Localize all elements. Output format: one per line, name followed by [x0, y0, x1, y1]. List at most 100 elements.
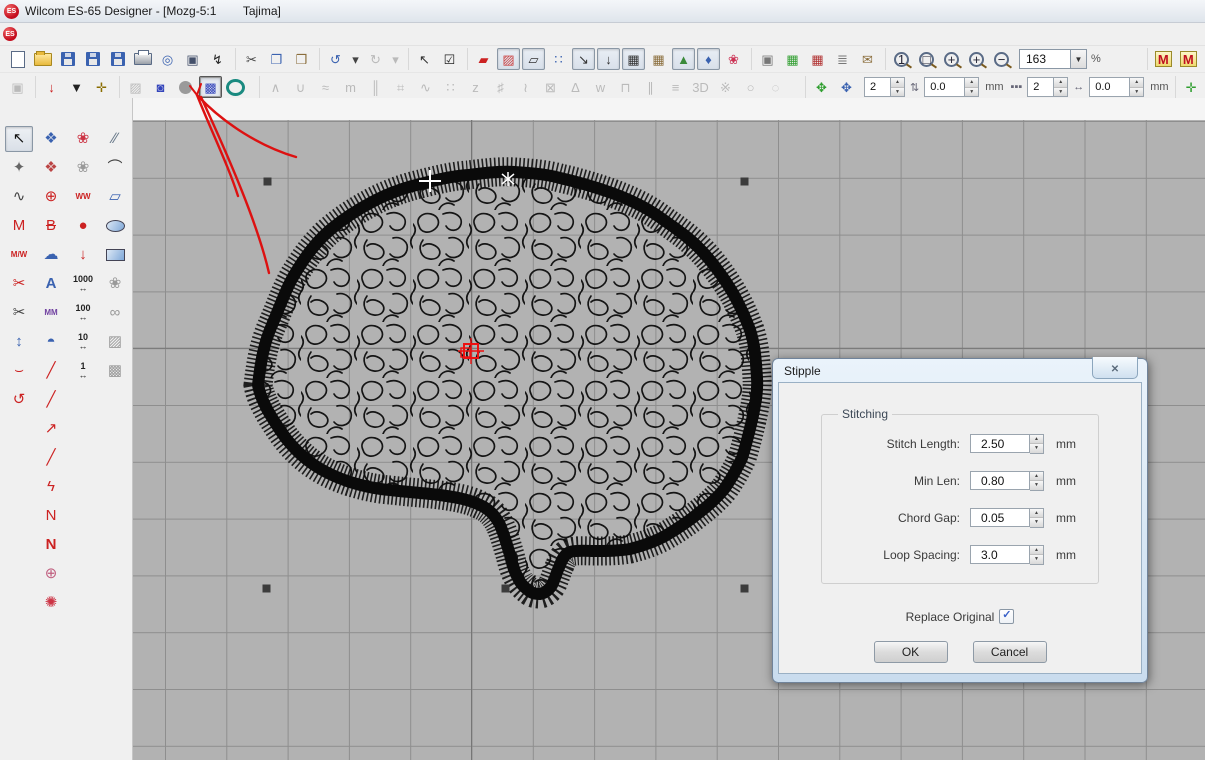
- outline-stitch-button[interactable]: ▱: [522, 48, 545, 70]
- run-tool[interactable]: ∿: [5, 184, 33, 210]
- menu-item-menu-help[interactable]: [203, 32, 221, 36]
- field-spinner[interactable]: ▲▼: [1030, 545, 1044, 565]
- stitch-fence[interactable]: ♯: [489, 76, 512, 98]
- density-count-arrows[interactable]: ▲▼: [891, 77, 905, 97]
- reshape-object-tool[interactable]: ❖: [37, 155, 65, 181]
- cancel-button[interactable]: Cancel: [973, 641, 1047, 663]
- handle-top-right[interactable]: [741, 178, 749, 186]
- zoom-10-tool[interactable]: 10 ↔: [69, 329, 97, 355]
- replace-original-checkbox[interactable]: ✓: [999, 609, 1014, 624]
- plain-run-tool[interactable]: ╱: [37, 445, 65, 471]
- move-points-1-button[interactable]: ✛: [1180, 76, 1203, 98]
- n-filled-tool[interactable]: N: [37, 532, 65, 558]
- measure-tool[interactable]: ↕: [5, 329, 33, 355]
- stitch-wave[interactable]: ∿: [414, 76, 437, 98]
- menu-item-menu-special[interactable]: [113, 32, 131, 36]
- stitch-3d[interactable]: 3D: [689, 76, 712, 98]
- stipple-button[interactable]: ▩: [199, 76, 222, 98]
- stitch-ratio-tool[interactable]: M/W: [5, 242, 33, 268]
- texture-2-tool[interactable]: ▩: [101, 358, 129, 384]
- dialog-title-bar[interactable]: Stipple ✕: [778, 359, 1142, 382]
- select-tool[interactable]: ↖: [5, 126, 33, 152]
- redo-dropdown[interactable]: ▾: [389, 48, 402, 70]
- reshape-tool[interactable]: ❖: [37, 126, 65, 152]
- stitch-parallel[interactable]: ∥: [639, 76, 662, 98]
- stitch-motif[interactable]: m: [339, 76, 362, 98]
- n-open-tool[interactable]: N: [37, 503, 65, 529]
- zoom-factor-button[interactable]: +: [940, 48, 963, 70]
- dashed-run-tool[interactable]: ╱: [37, 387, 65, 413]
- circle-star-tool[interactable]: ⊕: [37, 561, 65, 587]
- dotted-outline-button[interactable]: ∷: [547, 48, 570, 70]
- density-value-input[interactable]: 0.0: [924, 77, 965, 97]
- zoom-100-tool[interactable]: 100 ↔: [69, 300, 97, 326]
- cut-button[interactable]: ✂: [240, 48, 263, 70]
- stitch-zz-run[interactable]: z: [464, 76, 487, 98]
- field-input[interactable]: 2.50: [970, 434, 1030, 453]
- traverse-objects-button[interactable]: ↖: [413, 48, 436, 70]
- zoom-out-button[interactable]: −: [990, 48, 1013, 70]
- stitch-curved-fill[interactable]: ≀: [514, 76, 537, 98]
- stitch-contour[interactable]: ≡: [664, 76, 687, 98]
- cut-stitch-tool[interactable]: ✂: [5, 271, 33, 297]
- stitch-oval-2[interactable]: ◌: [764, 76, 787, 98]
- stitch-e[interactable]: ∪: [289, 76, 312, 98]
- stitch-stipple-run[interactable]: ∷: [439, 76, 462, 98]
- align-grid-1-button[interactable]: ✥: [810, 76, 833, 98]
- arrow-run-tool[interactable]: ↗: [37, 416, 65, 442]
- zoom-1-tool[interactable]: 1 ↔: [69, 358, 97, 384]
- field-input[interactable]: 0.05: [970, 508, 1030, 527]
- paste-button[interactable]: ❒: [290, 48, 313, 70]
- texture-1-tool[interactable]: ▨: [101, 329, 129, 355]
- field-spinner[interactable]: ▲▼: [1030, 471, 1044, 491]
- redo-button[interactable]: ↻: [364, 48, 387, 70]
- show-artwork-button[interactable]: ▲: [672, 48, 695, 70]
- save-machine-file-button[interactable]: [81, 48, 104, 70]
- save-design-button[interactable]: [56, 48, 79, 70]
- column-c-tool[interactable]: M: [5, 213, 33, 239]
- menu-item-menu-machine[interactable]: [167, 32, 185, 36]
- zigzag-run-tool[interactable]: ϟ: [37, 474, 65, 500]
- penetrations-black-button[interactable]: ▼: [65, 76, 88, 98]
- lettering-tool[interactable]: A: [37, 271, 65, 297]
- handle-bottom-left[interactable]: [263, 585, 271, 593]
- stitch-textured[interactable]: ※: [714, 76, 737, 98]
- slant-tool[interactable]: ∕∕: [101, 126, 129, 152]
- menu-item-menu-insert[interactable]: [77, 32, 95, 36]
- stitch-program-split[interactable]: ⌗: [389, 76, 412, 98]
- zoom-in-button[interactable]: +: [965, 48, 988, 70]
- align-grid-2-button[interactable]: ✥: [835, 76, 858, 98]
- export-machine-file-button[interactable]: M: [1177, 48, 1200, 70]
- send-design-button[interactable]: ✉: [856, 48, 879, 70]
- flower-off-tool[interactable]: ❀: [101, 271, 129, 297]
- zoom-1to1-button[interactable]: 1: [890, 48, 913, 70]
- menu-item-menu-image[interactable]: [149, 32, 167, 36]
- ellipse-tool[interactable]: [101, 213, 129, 239]
- grid-toggle-button[interactable]: ▦: [622, 48, 645, 70]
- complex-fill-tool[interactable]: ▱: [101, 184, 129, 210]
- stitch-cross[interactable]: ⊠: [539, 76, 562, 98]
- input-c-tool[interactable]: ●: [69, 213, 97, 239]
- menu-item-menu-arrange[interactable]: [131, 32, 149, 36]
- show-needle-points-button[interactable]: ❀: [722, 48, 745, 70]
- zoom-value-input[interactable]: 163: [1019, 49, 1071, 69]
- open-design-button[interactable]: [31, 48, 54, 70]
- satin-stitch-button[interactable]: ▰: [472, 48, 495, 70]
- zoom-box-button[interactable]: □: [915, 48, 938, 70]
- print-preview-button[interactable]: ◎: [156, 48, 179, 70]
- fan-fill-tool[interactable]: ⌣: [5, 358, 33, 384]
- menu-item-menu-view[interactable]: [59, 32, 77, 36]
- menu-item-menu-window[interactable]: [185, 32, 203, 36]
- radial-fill-tool[interactable]: ✺: [37, 590, 65, 616]
- dialog-close-button[interactable]: ✕: [1092, 357, 1138, 379]
- outlines-button[interactable]: ▨: [124, 76, 147, 98]
- stitch-triangle[interactable]: ∆: [564, 76, 587, 98]
- overview-window-button[interactable]: ▦: [647, 48, 670, 70]
- print-button[interactable]: [131, 48, 154, 70]
- connect-machine-button[interactable]: ↯: [206, 48, 229, 70]
- field-input[interactable]: 3.0: [970, 545, 1030, 564]
- fill-stitch-button[interactable]: ▨: [497, 48, 520, 70]
- zoom-1000-tool[interactable]: 1000 ↔: [69, 271, 97, 297]
- handle-bottom-middle[interactable]: [502, 585, 510, 593]
- applique-tool[interactable]: ◓: [37, 329, 65, 355]
